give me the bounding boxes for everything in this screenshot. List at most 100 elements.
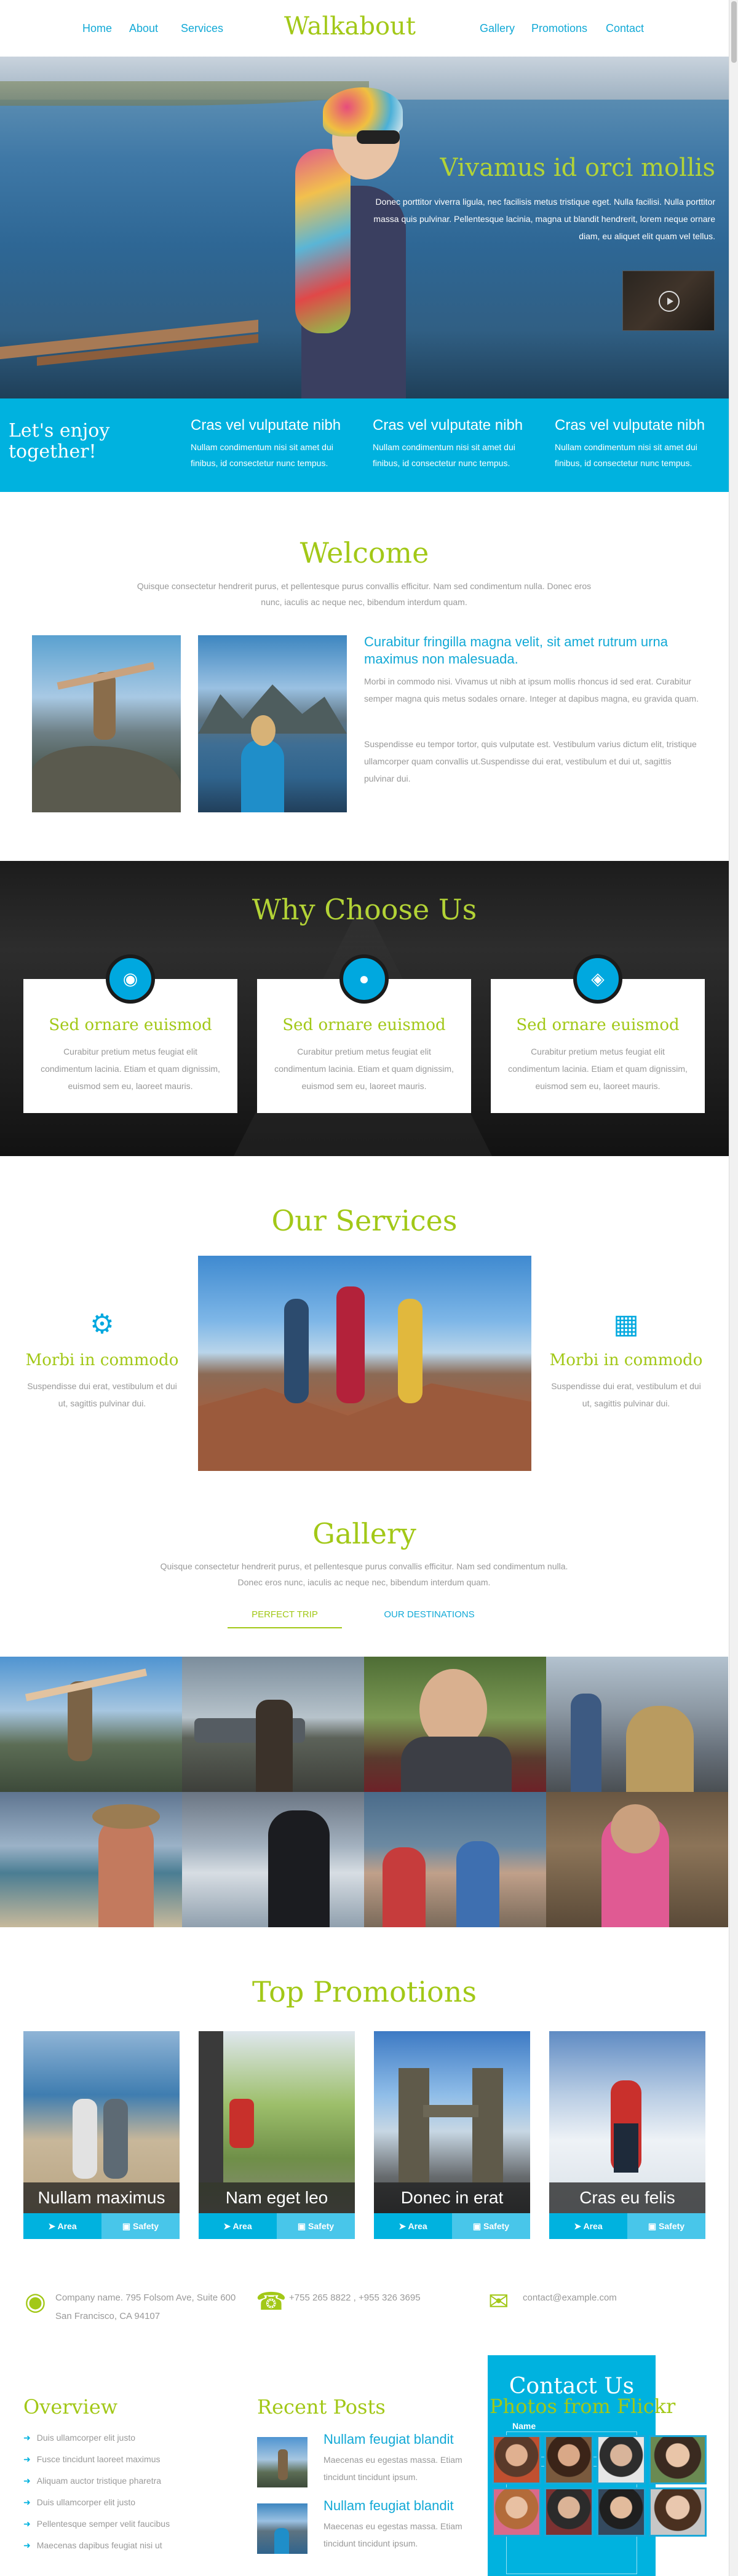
page-scrollbar[interactable] [729, 0, 738, 2576]
lock-icon: ▣ [122, 2221, 133, 2231]
flickr-photo[interactable] [492, 2487, 541, 2537]
recent-post-thumbnail[interactable] [257, 2503, 308, 2554]
play-icon[interactable] [659, 291, 680, 312]
recent-post-title[interactable]: Nullam feugiat blandit [323, 2498, 454, 2514]
gallery-image[interactable] [182, 1792, 364, 1927]
contact-email[interactable]: contact@example.com [523, 2289, 617, 2307]
lock-icon: ▣ [297, 2221, 309, 2231]
hero-title: Vivamus id orci mollis [440, 154, 716, 182]
lock-icon: ▣ [648, 2221, 659, 2231]
gallery-intro: Quisque consectetur hendrerit purus, et … [160, 1561, 568, 1587]
why-card: ● Sed ornare euismod Curabitur pretium m… [257, 954, 471, 1113]
overview-link[interactable]: ➜ Aliquam auctor tristique pharetra [23, 2476, 161, 2486]
why-card-text: Curabitur pretium metus feugiat elit con… [274, 1047, 454, 1091]
name-label: Name [512, 2421, 536, 2431]
overview-link[interactable]: ➜ Duis ullamcorper elit justo [23, 2497, 135, 2508]
area-button[interactable]: ➤ Area [23, 2213, 101, 2239]
flickr-photo[interactable] [597, 2435, 646, 2484]
tab-perfect-trip[interactable]: PERFECT TRIP [228, 1609, 342, 1628]
safety-button[interactable]: ▣ Safety [277, 2213, 355, 2239]
overview-link[interactable]: ➜ Maecenas dapibus feugiat nisi ut [23, 2540, 162, 2551]
welcome-title: Welcome [300, 536, 429, 569]
gallery-image[interactable] [182, 1657, 364, 1792]
service-text: Suspendisse dui erat, vestibulum et dui … [27, 1381, 177, 1408]
welcome-paragraph: Morbi in commodo nisi. Vivamus ut nibh a… [364, 676, 699, 703]
flickr-photo[interactable] [597, 2487, 646, 2537]
top-navigation: Home About Services Walkabout Gallery Pr… [0, 0, 729, 57]
send-icon: ➤ [48, 2221, 58, 2231]
flickr-photo[interactable] [544, 2435, 593, 2484]
gallery-image[interactable] [0, 1792, 182, 1927]
arrow-right-icon: ➜ [23, 2540, 31, 2550]
recent-post-thumbnail[interactable] [257, 2437, 308, 2487]
nav-promotions-link[interactable]: Promotions [531, 22, 587, 35]
gallery-image[interactable] [546, 1657, 728, 1792]
service-title: Morbi in commodo [25, 1351, 179, 1369]
flickr-photo[interactable] [649, 2435, 707, 2484]
send-icon: ➤ [223, 2221, 233, 2231]
promotion-card[interactable]: Donec in erat ➤ Area ▣ Safety [374, 2031, 530, 2239]
service-title: Morbi in commodo [549, 1351, 703, 1369]
why-card-title: Sed ornare euismod [282, 1016, 446, 1034]
nav-contact-link[interactable]: Contact [606, 22, 644, 35]
recent-post-text: Maecenas eu egestas massa. Etiam tincidu… [323, 2455, 462, 2482]
arrow-right-icon: ➜ [23, 2497, 31, 2507]
recent-post-title[interactable]: Nullam feugiat blandit [323, 2431, 454, 2447]
promotion-card[interactable]: Cras eu felis ➤ Area ▣ Safety [549, 2031, 705, 2239]
welcome-image-lake [198, 635, 347, 812]
flickr-photo[interactable] [544, 2487, 593, 2537]
safety-button[interactable]: ▣ Safety [452, 2213, 530, 2239]
gallery-image[interactable] [0, 1657, 182, 1792]
nav-gallery-link[interactable]: Gallery [480, 22, 515, 35]
lightbulb-icon: ● [339, 954, 389, 1004]
services-title: Our Services [271, 1204, 458, 1237]
feature-text: Nullam condimentum nisi sit amet dui fin… [373, 442, 515, 468]
gallery-image[interactable] [546, 1792, 728, 1927]
gallery-title: Gallery [312, 1517, 416, 1550]
scrollbar-thumb[interactable] [731, 1, 737, 63]
overview-title: Overview [23, 2395, 118, 2419]
safety-button[interactable]: ▣ Safety [627, 2213, 705, 2239]
arrow-right-icon: ➜ [23, 2519, 31, 2529]
envelope-icon: ✉ [488, 2288, 509, 2315]
flickr-photo[interactable] [649, 2487, 707, 2537]
nav-home-link[interactable]: Home [82, 22, 112, 35]
flickr-photo[interactable] [492, 2435, 541, 2484]
promotion-card[interactable]: Nam eget leo ➤ Area ▣ Safety [199, 2031, 355, 2239]
recent-post-text: Maecenas eu egestas massa. Etiam tincidu… [323, 2521, 462, 2548]
contact-phone: +755 265 8822 , +955 326 3695 [289, 2293, 421, 2303]
safety-button[interactable]: ▣ Safety [101, 2213, 180, 2239]
welcome-image-jumping [32, 635, 181, 812]
promotion-card[interactable]: Nullam maximus ➤ Area ▣ Safety [23, 2031, 180, 2239]
gallery-image[interactable] [364, 1657, 546, 1792]
hero-video-thumbnail[interactable] [622, 271, 715, 331]
arrow-right-icon: ➜ [23, 2454, 31, 2464]
map-marker-icon: ◉ [25, 2288, 46, 2315]
piggy-bank-icon: ◈ [573, 954, 622, 1004]
welcome-intro: Quisque consectetur hendrerit purus, et … [137, 581, 592, 607]
gallery-image[interactable] [364, 1792, 546, 1927]
nav-services-link[interactable]: Services [181, 22, 223, 35]
why-card-title: Sed ornare euismod [49, 1016, 212, 1034]
feature-title: Cras vel vulputate nibh [373, 417, 523, 434]
send-icon: ➤ [399, 2221, 408, 2231]
welcome-paragraph: Suspendisse eu tempor tortor, quis vulpu… [364, 739, 697, 783]
flickr-title: Photos from Flickr [490, 2395, 676, 2418]
feature-text: Nullam condimentum nisi sit amet dui fin… [191, 442, 333, 468]
overview-link[interactable]: ➜ Pellentesque semper velit faucibus [23, 2519, 170, 2529]
tab-our-destinations[interactable]: OUR DESTINATIONS [369, 1609, 490, 1627]
why-title: Why Choose Us [252, 893, 477, 926]
nav-about-link[interactable]: About [129, 22, 158, 35]
area-button[interactable]: ➤ Area [199, 2213, 277, 2239]
area-button[interactable]: ➤ Area [374, 2213, 452, 2239]
feature-bar: Let's enjoy together! Cras vel vulputate… [0, 398, 729, 492]
feature-bar-headline: Let's enjoy together! [9, 420, 110, 462]
welcome-heading: Curabitur fringilla magna velit, sit ame… [364, 634, 668, 667]
site-logo[interactable]: Walkabout [284, 12, 416, 41]
overview-link[interactable]: ➜ Fusce tincidunt laoreet maximus [23, 2454, 161, 2465]
send-icon: ➤ [574, 2221, 584, 2231]
feature-title: Cras vel vulputate nibh [555, 417, 705, 434]
why-card: ◈ Sed ornare euismod Curabitur pretium m… [491, 954, 705, 1113]
area-button[interactable]: ➤ Area [549, 2213, 627, 2239]
overview-link[interactable]: ➜ Duis ullamcorper elit justo [23, 2433, 135, 2443]
